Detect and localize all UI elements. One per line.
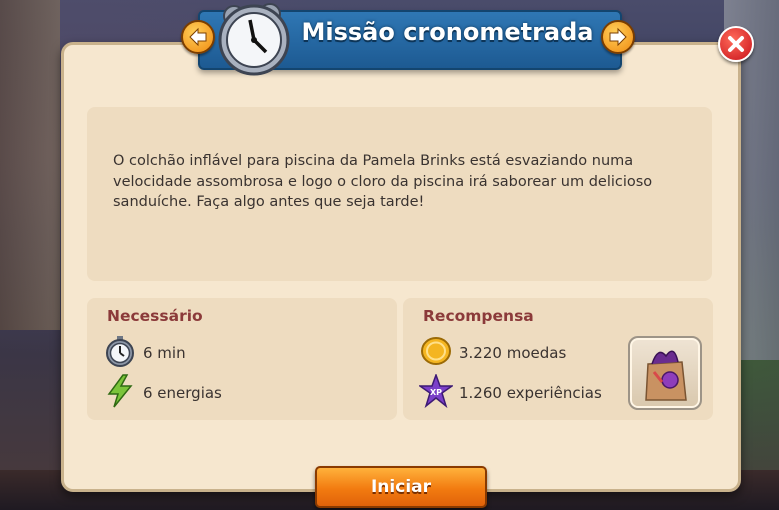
requirement-time-label: 6 min [143,344,186,362]
alarm-clock-icon [212,0,304,84]
reward-xp-label: 1.260 experiências [459,384,602,402]
requirements-title: Necessário [107,307,203,325]
dialog-title: Missão cronometrada [301,18,594,46]
start-button[interactable]: Iniciar [315,466,487,508]
reward-item-tile[interactable] [628,336,702,410]
requirements-box: Necessário 6 min 6 energias [87,298,397,420]
arrow-left-icon [189,27,207,47]
reward-coins-row: 3.220 moedas [419,336,566,370]
arrow-right-icon [609,27,627,47]
previous-mission-button[interactable] [181,20,215,54]
stopwatch-icon [103,334,137,372]
close-button[interactable] [718,26,754,62]
timed-mission-dialog: O colchão inflável para piscina da Pamel… [61,42,741,492]
mission-description: O colchão inflável para piscina da Pamel… [113,153,653,210]
reward-coins-label: 3.220 moedas [459,344,567,362]
xp-star-icon: XP [417,372,455,412]
rewards-box: Recompensa 3.220 moedas XP 1.260 experiê… [403,298,713,420]
rewards-title: Recompensa [423,307,534,325]
requirement-time-row: 6 min [103,336,186,370]
xp-badge-text: XP [430,388,442,397]
reward-xp-row: XP 1.260 experiências [417,372,602,412]
requirement-energy-row: 6 energias [103,374,222,412]
background-house-left [0,0,60,330]
next-mission-button[interactable] [601,20,635,54]
coin-icon [419,334,453,372]
close-icon [728,36,744,52]
gift-bag-icon [630,350,700,412]
description-box: O colchão inflável para piscina da Pamel… [87,107,712,281]
requirement-energy-label: 6 energias [143,384,222,402]
energy-bolt-icon [103,374,137,412]
